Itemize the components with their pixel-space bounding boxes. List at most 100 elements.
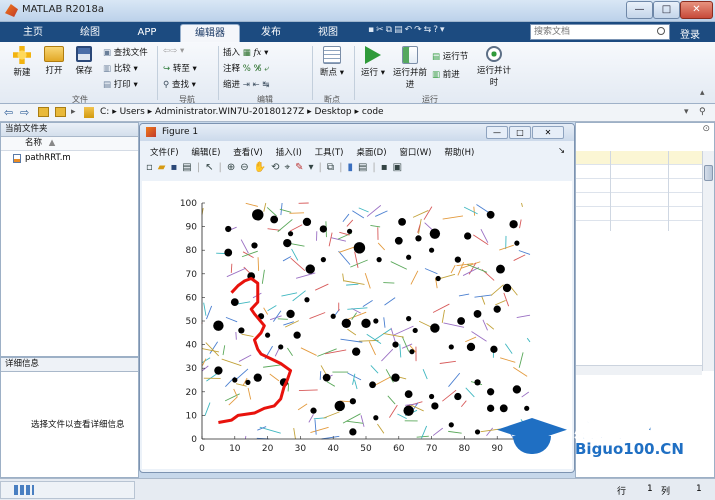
zoom-in-icon[interactable]: ⊕ [227,162,240,173]
advance-button[interactable]: ▥ 前进 [432,68,460,80]
y-tick-label: 60 [186,293,198,303]
menu-insert[interactable]: 插入(I) [276,148,302,158]
minimize-button[interactable]: — [626,1,653,19]
open-button[interactable]: 打开 [40,46,68,76]
quick-access-toolbar: ▪✂⧉▤↶↷⇆?▾ [368,25,528,39]
cut-quick-icon[interactable]: ✂ [376,25,386,35]
find-files-button[interactable]: ▣ 查找文件 [103,46,148,58]
run-button[interactable]: 运行 ▾ [358,46,388,78]
hide-plot-tools-icon[interactable]: ▪ [381,162,393,173]
matlab-script-icon [13,154,21,163]
save-quick-icon[interactable]: ▪ [368,25,376,35]
redo-quick-icon[interactable]: ↷ [414,25,424,35]
tab-publish[interactable]: 发布 [245,24,297,42]
open-file-icon[interactable]: ▰ [158,162,171,173]
file-list-header[interactable]: 名称 ▲ [1,137,138,151]
panel-menu-icon[interactable]: ⊙ [702,124,710,134]
y-tick-label: 100 [180,199,197,209]
pan-hand-icon[interactable]: ✋ [254,162,271,173]
undo-quick-icon[interactable]: ↶ [405,25,415,35]
run-and-time-button[interactable]: 运行并计时 [476,46,512,88]
status-progress-icon [14,485,34,495]
horizontal-scrollbar[interactable] [576,365,702,375]
run-section-button[interactable]: ▤ 运行节 [432,50,468,62]
run-and-advance-button[interactable]: 运行并前进 [392,46,428,90]
figure-close-button[interactable]: ✕ [532,126,564,139]
link-plot-icon[interactable]: ⧉ [327,162,339,173]
show-plot-tools-icon[interactable]: ▣ [393,162,407,173]
pointer-icon[interactable]: ↖ [205,162,218,173]
tab-apps[interactable]: APP [122,24,172,42]
copy-quick-icon[interactable]: ⧉ [386,25,394,35]
address-dropdown-icon[interactable]: ▾ [684,107,689,117]
obstacle-point [403,405,414,416]
legend-icon[interactable]: ▤ [358,162,372,173]
menu-view[interactable]: 查看(V) [233,148,262,158]
quick-access-menu-icon[interactable]: ▾ [440,25,447,35]
goto-button[interactable]: ↪ 转至 ▾ [163,62,197,74]
back-arrow-icon[interactable]: ⇦ [4,106,13,119]
breadcrumb-code[interactable]: code [362,107,384,117]
obstacle-point [487,388,495,396]
collapse-ribbon-icon[interactable]: ▴ [700,88,705,98]
insert-button[interactable]: 插入 ▦ fx ▾ [223,46,268,58]
browse-folder-icon[interactable] [55,107,66,117]
new-button[interactable]: 新建 [8,46,36,78]
search-icon[interactable] [657,27,665,35]
breadcrumb-user-folder[interactable]: Administrator.WIN7U-20180127Z [155,107,304,117]
address-search-icon[interactable]: ⚲ [699,107,706,117]
switch-windows-icon[interactable]: ⇆ [424,25,434,35]
tab-home[interactable]: 主页 [8,24,58,42]
brush-icon[interactable]: ✎ [295,162,308,173]
nav-back-forward-buttons[interactable]: ⇦⇨ ▾ [163,46,184,56]
colorbar-icon[interactable]: ▮ [347,162,358,173]
maximize-button[interactable]: □ [653,1,680,19]
scrollbar-thumb[interactable] [704,165,713,181]
list-item[interactable]: pathRRT.m [1,151,138,165]
tab-view[interactable]: 视图 [302,24,354,42]
figure-maximize-button[interactable]: □ [509,126,531,139]
menu-edit[interactable]: 编辑(E) [191,148,220,158]
help-quick-icon[interactable]: ? [433,25,440,35]
new-figure-icon[interactable]: ▫ [146,162,158,173]
obstacle-point [474,429,481,435]
compare-button[interactable]: ▥ 比较 ▾ [103,62,138,74]
obstacle-point [305,264,315,274]
name-column-header[interactable]: 名称 [25,138,42,148]
save-button[interactable]: 保存 [70,46,98,76]
paste-quick-icon[interactable]: ▤ [394,25,405,35]
breadcrumb-desktop[interactable]: Desktop [315,107,352,117]
figure-minimize-button[interactable]: — [486,126,508,139]
print-figure-icon[interactable]: ▤ [182,162,196,173]
menu-file[interactable]: 文件(F) [150,148,179,158]
comment-button[interactable]: 注释 % %̸ ⤶ [223,62,269,74]
brush-dropdown-icon[interactable]: ▾ [309,162,319,173]
find-button[interactable]: ⚲ 查找 ▾ [163,78,196,90]
menu-window[interactable]: 窗口(W) [399,148,431,158]
ribbon-separator [312,46,313,100]
tab-editor[interactable]: 编辑器 [180,24,240,42]
data-cursor-icon[interactable]: ⌖ [284,162,295,173]
tab-plots[interactable]: 绘图 [65,24,115,42]
search-documentation-input[interactable] [530,24,670,40]
dock-figure-icon[interactable]: ↘ [558,146,565,156]
print-button[interactable]: ▤ 打印 ▾ [103,78,138,90]
up-folder-icon[interactable] [38,107,49,117]
obstacle-point [302,217,312,227]
menu-desktop[interactable]: 桌面(D) [356,148,386,158]
menu-help[interactable]: 帮助(H) [444,148,474,158]
rotate-3d-icon[interactable]: ⟲ [271,162,284,173]
close-button[interactable]: ✕ [680,1,713,19]
login-button[interactable]: 登录 [680,26,700,41]
forward-arrow-icon[interactable]: ⇨ [20,106,29,119]
indent-button[interactable]: 缩进 ⇥ ⇤ ↹ [223,78,270,90]
breadcrumb-drive[interactable]: C: [100,107,109,117]
breadcrumb-users[interactable]: Users [120,107,145,117]
zoom-out-icon[interactable]: ⊖ [240,162,253,173]
obstacle-point [490,345,498,353]
menu-tools[interactable]: 工具(T) [315,148,344,158]
sort-ascending-icon[interactable]: ▲ [49,138,56,148]
breakpoints-button[interactable]: 断点 ▾ [317,46,347,78]
vertical-scrollbar[interactable] [702,151,714,371]
save-figure-icon[interactable]: ▪ [170,162,182,173]
